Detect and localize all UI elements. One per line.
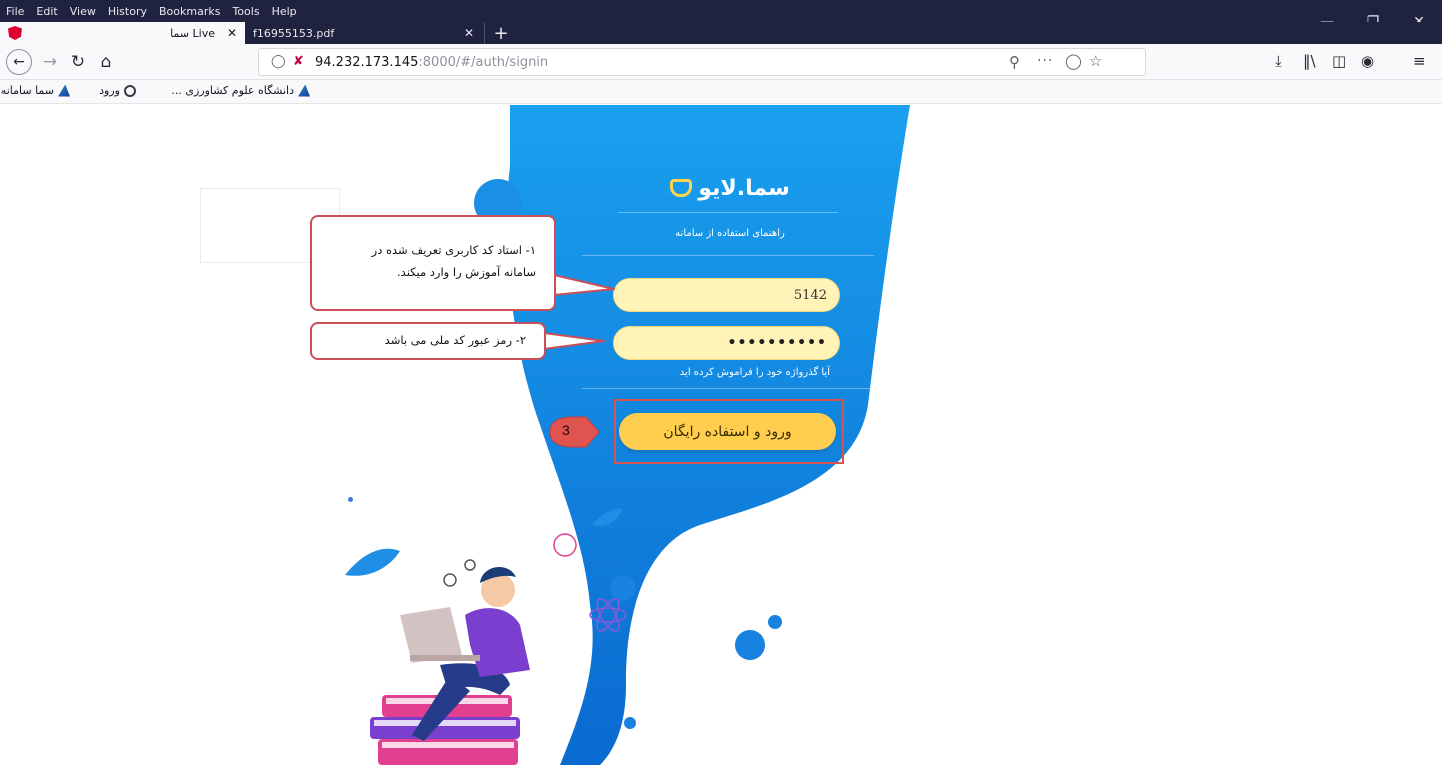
sama-live-logo: سما.لایو [650,173,810,203]
menu-edit[interactable]: Edit [30,5,63,18]
pocket-icon[interactable]: ◯ [1065,52,1082,70]
sama-icon [298,84,310,97]
hamburger-menu-icon[interactable]: ≡ [1413,52,1426,70]
divider [618,212,838,213]
menu-help[interactable]: Help [266,5,303,18]
bookmark-label: سما سامانه [0,84,54,97]
home-button[interactable]: ⌂ [94,50,118,74]
new-tab-button[interactable]: + [490,22,512,44]
insecure-lock-icon[interactable]: ✘ [293,54,304,69]
account-icon[interactable]: ◉ [1361,52,1374,70]
downloads-icon[interactable]: ⤓ [1275,52,1282,70]
graduation-cap-icon [670,179,693,197]
url-bar[interactable]: ◯ ✘ 94.232.173.145:8000/#/auth/signin ⚲ … [258,48,1146,76]
page-content: سما.لایو راهنمای استفاده از سامانه 5142 … [0,105,1442,765]
bookmark-star-icon[interactable]: ☆ [1089,52,1102,70]
logo-text: سما.لایو [698,175,790,201]
tab-title: f16955153.pdf [253,26,335,40]
close-tab-icon[interactable]: ✕ [464,26,474,40]
arrow-marker-icon [549,416,600,448]
globe-icon [124,84,136,97]
callout-text: ۲- رمز عبور کد ملی می باشد [384,333,526,347]
student-laptop-illustration [345,508,627,765]
bookmark-label: ورود [99,84,120,97]
step-number: 3 [562,422,570,438]
callout-password-hint: ۲- رمز عبور کد ملی می باشد [310,322,546,360]
tab-sama-live[interactable]: Live سما ✕ [0,22,245,44]
sama-icon [58,84,70,97]
callout-text: سامانه آموزش را وارد میکند. [397,265,536,279]
tab-pdf[interactable]: f16955153.pdf ✕ [245,22,485,44]
login-button[interactable]: ورود و استفاده رایگان [619,413,836,450]
back-button[interactable]: ← [6,49,32,75]
step-3-marker: 3 [548,416,600,448]
password-input[interactable]: •••••••••• [613,326,840,360]
menu-file[interactable]: File [0,5,30,18]
url-text[interactable]: 94.232.173.145:8000/#/auth/signin [315,55,548,70]
callout-username-hint: ۱- استاد کد کاربری تعریف شده در سامانه آ… [310,215,556,311]
usage-guide-link[interactable]: راهنمای استفاده از سامانه [590,228,870,239]
forgot-password-link[interactable]: آیا گذرواژه خود را فراموش کرده اید [590,367,830,378]
tab-title: Live سما [170,26,215,40]
divider [582,388,874,389]
bookmarks-toolbar: سما سامانه ورود دانشگاه علوم کشاورزی ... [0,80,1442,104]
tracking-shield-icon[interactable]: ◯ [271,54,286,69]
callout-text: ۱- استاد کد کاربری تعریف شده در [371,243,536,257]
decorative-dot [768,615,782,629]
menu-history[interactable]: History [102,5,153,18]
menu-bar: File Edit View History Bookmarks Tools H… [0,0,1442,22]
bookmark-agri-university[interactable]: دانشگاه علوم کشاورزی ... [171,84,310,97]
bookmark-vorood[interactable]: ورود [99,84,136,97]
page-actions-icon[interactable]: ··· [1037,53,1053,69]
reload-button[interactable]: ↻ [66,50,90,74]
sidebar-icon[interactable]: ◫ [1332,52,1346,70]
divider [582,255,874,256]
bookmark-sama-samaneh[interactable]: سما سامانه [1,84,70,97]
decorative-dot [735,630,765,660]
url-path: :8000/#/auth/signin [418,55,549,70]
bookmark-label: دانشگاه علوم کشاورزی ... [171,84,294,97]
url-host: 94.232.173.145 [315,55,419,70]
menu-view[interactable]: View [64,5,102,18]
library-icon[interactable]: ‖\ [1303,52,1316,70]
close-tab-icon[interactable]: ✕ [227,26,237,40]
tab-strip: Live سما ✕ f16955153.pdf ✕ [0,22,1442,44]
forward-button[interactable]: → [38,50,62,74]
menu-bookmarks[interactable]: Bookmarks [153,5,226,18]
key-icon[interactable]: ⚲ [1009,53,1020,71]
menu-tools[interactable]: Tools [226,5,265,18]
angular-icon [8,26,22,40]
navigation-toolbar: ← → ↻ ⌂ ◯ ✘ 94.232.173.145:8000/#/auth/s… [0,44,1442,80]
username-input[interactable]: 5142 [613,278,840,312]
